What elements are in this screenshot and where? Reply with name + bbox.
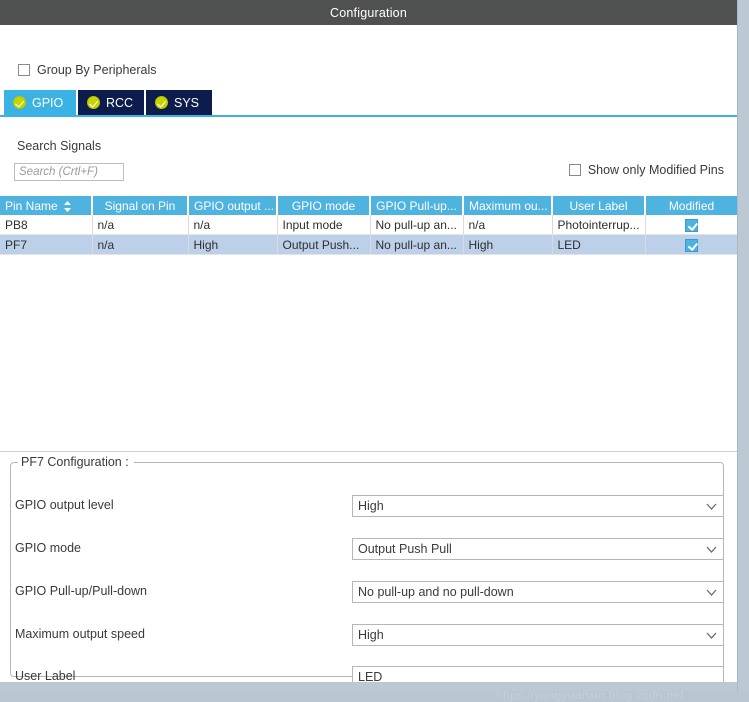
maximum-output-speed-value: High (358, 628, 384, 642)
gpio-pullup-pulldown-value: No pull-up and no pull-down (358, 585, 514, 599)
gpio-output-level-label: GPIO output level (15, 498, 114, 512)
maximum-output-speed-dropdown[interactable]: High (352, 624, 724, 646)
column-header-user-label[interactable]: User Label (552, 196, 646, 215)
user-label-label: User Label (15, 669, 76, 683)
tab-rcc[interactable]: RCC (78, 90, 144, 115)
show-only-modified-pins-checkbox[interactable] (568, 164, 581, 176)
show-only-modified-pins-label: Show only Modified Pins (587, 163, 724, 177)
cell-modified[interactable] (645, 234, 737, 255)
tab-sys-label: SYS (174, 95, 200, 110)
tab-rcc-label: RCC (106, 95, 134, 110)
gpio-mode-value: Output Push Pull (358, 542, 452, 556)
cell-user-label: LED (552, 234, 646, 255)
column-header-modified[interactable]: Modified (645, 196, 737, 215)
maximum-output-speed-label: Maximum output speed (15, 627, 145, 641)
sort-updown-icon (63, 200, 72, 212)
tab-sys[interactable]: SYS (146, 90, 212, 115)
column-header-gpio-output[interactable]: GPIO output ... (188, 196, 278, 215)
group-by-peripherals-checkbox[interactable] (18, 64, 30, 76)
cell-gpio-pullup: No pull-up an... (370, 234, 464, 255)
cell-gpio-mode: Output Push... (277, 234, 371, 255)
form-row-gpio-mode: GPIO mode Output Push Pull (0, 538, 737, 560)
column-header-signal-on-pin[interactable]: Signal on Pin (92, 196, 189, 215)
column-header-gpio-pullup[interactable]: GPIO Pull-up... (370, 196, 464, 215)
pin-configuration-groupbox-legend: PF7 Configuration : (18, 455, 134, 469)
cell-gpio-mode: Input mode (277, 215, 371, 235)
column-header-gpio-mode[interactable]: GPIO mode (277, 196, 371, 215)
cell-pin-name: PF7 (0, 234, 93, 255)
group-by-peripherals-checkbox-row[interactable]: Group By Peripherals (18, 63, 157, 77)
modified-checkbox[interactable] (684, 218, 698, 232)
gpio-output-level-value: High (358, 499, 384, 513)
bottom-panel-strip (0, 682, 737, 691)
cell-user-label: Photointerrup... (552, 215, 646, 235)
table-header-row: Pin Name Signal on Pin GPIO output ... G… (0, 196, 737, 215)
cell-pin-name: PB8 (0, 215, 93, 235)
pin-configuration-table: Pin Name Signal on Pin GPIO output ... G… (0, 196, 737, 255)
tab-gpio-label: GPIO (32, 95, 64, 110)
check-circle-icon (87, 96, 100, 109)
cell-maximum-output: n/a (463, 215, 553, 235)
window-content: Group By Peripherals GPIO RCC SYS Search… (0, 25, 737, 702)
cell-gpio-output: n/a (188, 215, 278, 235)
gpio-mode-label: GPIO mode (15, 541, 81, 555)
peripheral-tab-bar: GPIO RCC SYS (0, 90, 737, 117)
chevron-down-icon (706, 546, 717, 555)
window-title: Configuration (330, 5, 407, 20)
table-row[interactable]: PB8 n/a n/a Input mode No pull-up an... … (0, 215, 737, 235)
configuration-window: Configuration Group By Peripherals GPIO … (0, 0, 737, 702)
column-header-maximum-output[interactable]: Maximum ou... (463, 196, 553, 215)
cell-gpio-output: High (188, 234, 278, 255)
group-by-peripherals-label: Group By Peripherals (37, 63, 157, 77)
cell-gpio-pullup: No pull-up an... (370, 215, 464, 235)
cell-maximum-output: High (463, 234, 553, 255)
form-row-gpio-output-level: GPIO output level High (0, 495, 737, 517)
cell-signal-on-pin: n/a (92, 215, 189, 235)
search-signals-label: Search Signals (17, 139, 102, 153)
chevron-down-icon (706, 632, 717, 641)
tab-gpio[interactable]: GPIO (4, 90, 76, 115)
chevron-down-icon (706, 589, 717, 598)
right-panel-strip (737, 0, 749, 691)
chevron-down-icon (706, 503, 717, 512)
search-input[interactable] (14, 163, 124, 181)
check-circle-icon (13, 96, 26, 109)
window-titlebar: Configuration (0, 0, 737, 25)
show-only-modified-pins-checkbox-row[interactable]: Show only Modified Pins (568, 163, 724, 177)
tab-underline (0, 115, 737, 117)
form-row-maximum-output-speed: Maximum output speed High (0, 624, 737, 646)
check-circle-icon (155, 96, 168, 109)
pin-configuration-table-container: Pin Name Signal on Pin GPIO output ... G… (0, 196, 737, 452)
form-row-gpio-pullup-pulldown: GPIO Pull-up/Pull-down No pull-up and no… (0, 581, 737, 603)
gpio-pullup-pulldown-label: GPIO Pull-up/Pull-down (15, 584, 148, 598)
cell-signal-on-pin: n/a (92, 234, 189, 255)
gpio-pullup-pulldown-dropdown[interactable]: No pull-up and no pull-down (352, 581, 724, 603)
gpio-output-level-dropdown[interactable]: High (352, 495, 724, 517)
cell-modified[interactable] (645, 215, 737, 235)
modified-checkbox[interactable] (684, 238, 698, 252)
gpio-mode-dropdown[interactable]: Output Push Pull (352, 538, 724, 560)
column-header-pin-name[interactable]: Pin Name (0, 196, 93, 215)
right-panel-divider (737, 0, 738, 691)
table-row[interactable]: PF7 n/a High Output Push... No pull-up a… (0, 234, 737, 255)
